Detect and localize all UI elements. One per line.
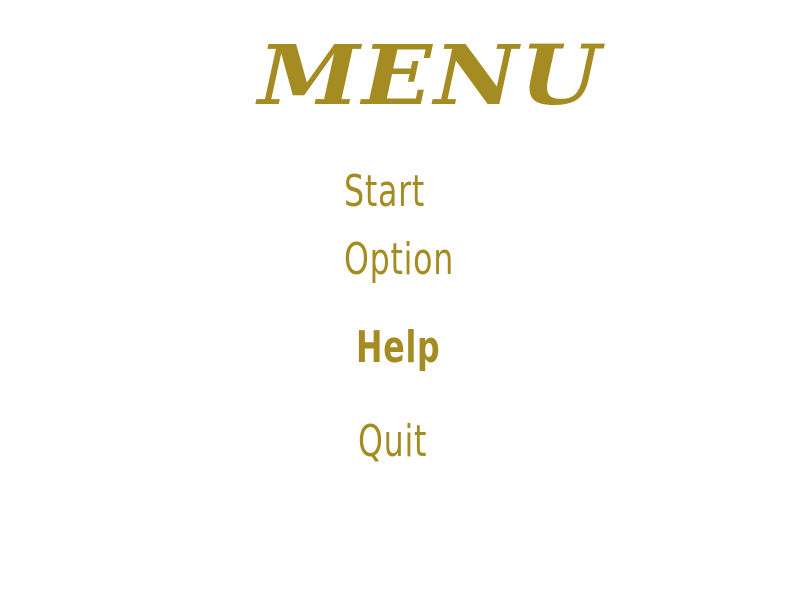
option-button[interactable]: Option: [344, 232, 454, 288]
menu-screen: MENU Start Option Help Quit: [0, 0, 800, 600]
menu-title: MENU: [258, 26, 603, 124]
start-button[interactable]: Start: [344, 164, 425, 220]
help-button[interactable]: Help: [356, 320, 440, 376]
quit-button[interactable]: Quit: [358, 414, 427, 470]
